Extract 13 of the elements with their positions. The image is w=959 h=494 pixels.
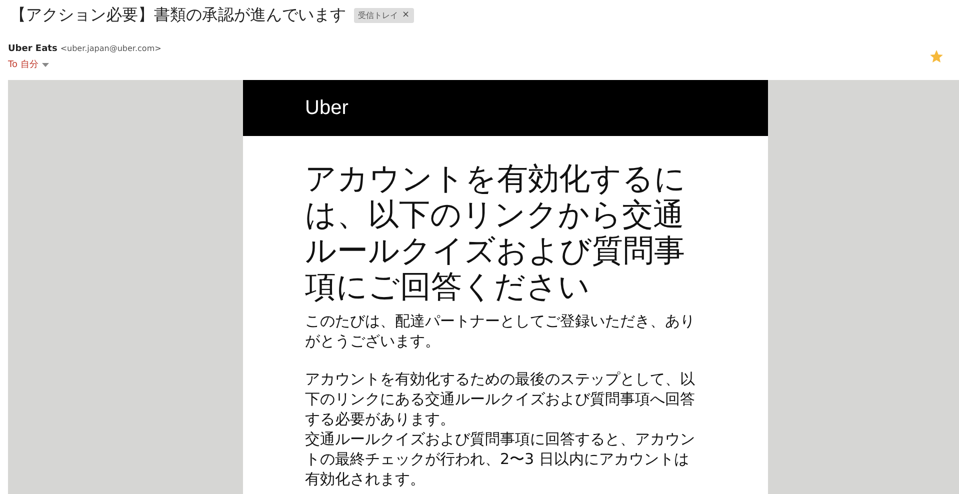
paragraph: このたびは、配達パートナーとしてご登録いただき、ありがとうございます。 [305, 311, 696, 351]
remove-label-button[interactable]: × [402, 10, 410, 20]
caret-icon [42, 62, 50, 66]
email-heading: アカウントを有効化するには、以下のリンクから交通ルールクイズおよび質問事項にご回答ください [305, 161, 687, 305]
email-subject: 【アクション必要】書類の承認が進んでいます [10, 4, 346, 26]
star-icon[interactable] [930, 50, 943, 63]
sender-address: <uber.japan@uber.com> [60, 44, 162, 53]
sender-name: Uber Eats [8, 44, 58, 54]
paragraph: 交通ルールクイズおよび質問事項に回答すると、アカウントの最終チェックが行われ、2〜3 日以内にアカウントは有効化されます。 [305, 429, 696, 489]
brand-logo: Uber [305, 96, 348, 120]
label-text: 受信トレイ [358, 10, 398, 20]
recipient-dropdown[interactable]: To 自分 [8, 58, 162, 71]
paragraph: アカウントを有効化するための最後のステップとして、以下のリンクにある交通ルールクイズおよび質問事項へ回答する必要があります。 [305, 369, 696, 429]
